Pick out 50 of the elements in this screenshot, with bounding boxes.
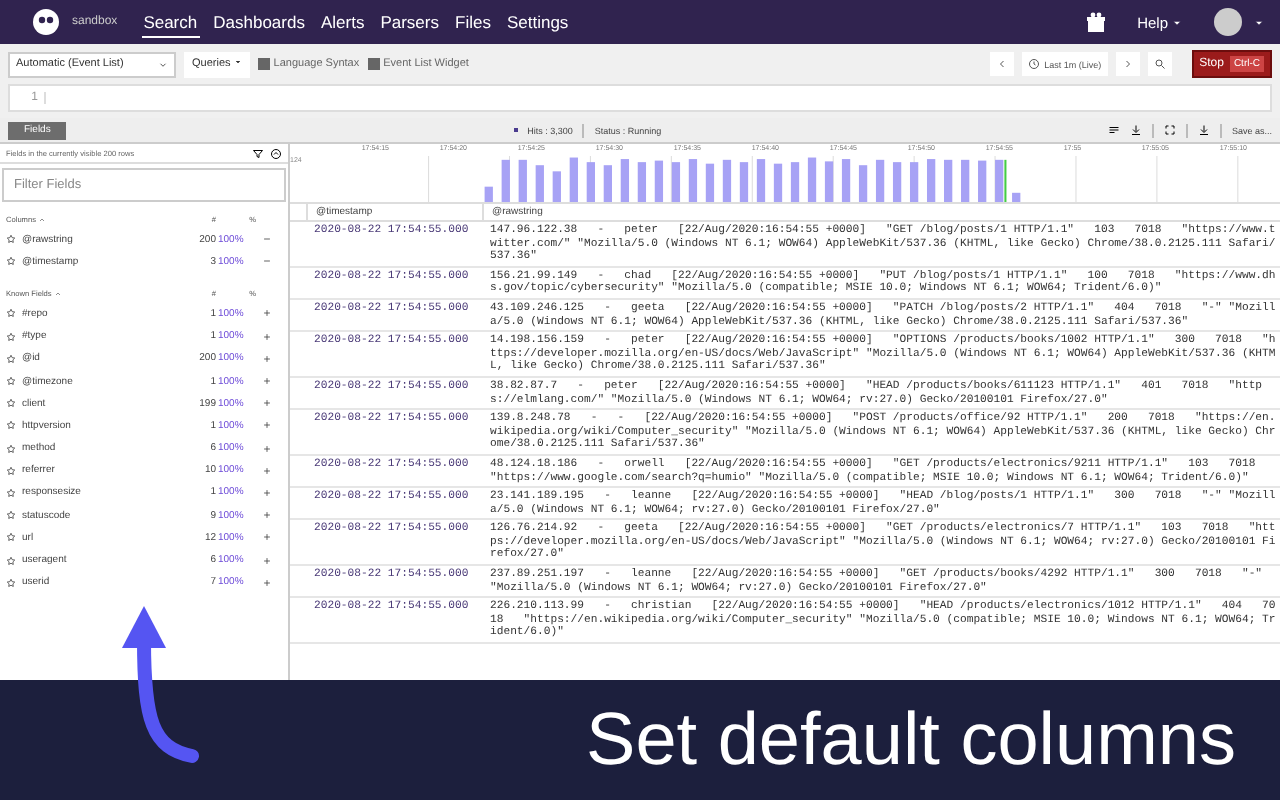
plus-icon <box>262 398 272 409</box>
nav-link[interactable]: Parsers <box>378 7 441 37</box>
plus-icon <box>262 465 272 476</box>
star-icon <box>6 577 16 588</box>
clock-icon <box>1028 58 1041 70</box>
search-icon <box>1153 58 1166 70</box>
plus-icon <box>262 353 272 364</box>
star-icon <box>6 308 16 319</box>
owl-logo-icon <box>32 8 60 36</box>
star-icon <box>6 443 16 454</box>
star-icon <box>6 555 16 566</box>
plus-icon <box>262 376 272 387</box>
nav-link[interactable]: Search <box>141 7 200 37</box>
gift-icon[interactable] <box>1085 12 1106 32</box>
circle-up-icon <box>270 147 282 159</box>
document-icon <box>257 58 270 70</box>
filter-icon <box>252 147 264 159</box>
chevron-down-icon <box>158 59 168 69</box>
star-icon <box>6 398 16 409</box>
caret-down-icon <box>1254 17 1264 27</box>
star-icon <box>6 487 16 498</box>
plus-icon <box>262 308 272 319</box>
star-icon <box>6 353 16 364</box>
plus-icon <box>262 443 272 454</box>
caption-text: Set default columns <box>586 698 1236 782</box>
star-icon <box>6 234 16 245</box>
plus-icon <box>262 555 272 566</box>
caret-down-icon <box>1172 17 1182 27</box>
star-icon <box>6 510 16 521</box>
star-icon <box>6 256 16 267</box>
star-icon <box>6 420 16 431</box>
star-icon <box>6 465 16 476</box>
plus-icon <box>262 331 272 342</box>
search-button[interactable] <box>1147 52 1172 76</box>
plus-icon <box>262 510 272 521</box>
plus-icon <box>262 420 272 431</box>
star-icon <box>6 331 16 342</box>
nav-link[interactable]: Alerts <box>318 7 367 37</box>
nav-link[interactable]: Settings <box>504 7 571 37</box>
document-icon <box>367 58 380 70</box>
chevron-right-icon <box>1121 58 1134 70</box>
plus-icon <box>262 487 272 498</box>
plus-icon <box>262 532 272 543</box>
star-icon <box>6 376 16 387</box>
star-icon <box>6 532 16 543</box>
chevron-left-icon <box>996 58 1009 70</box>
user-avatar[interactable] <box>1214 8 1242 36</box>
nav-link[interactable]: Files <box>453 7 493 37</box>
nav-link[interactable]: Dashboards <box>211 7 307 37</box>
plus-icon <box>262 577 272 588</box>
